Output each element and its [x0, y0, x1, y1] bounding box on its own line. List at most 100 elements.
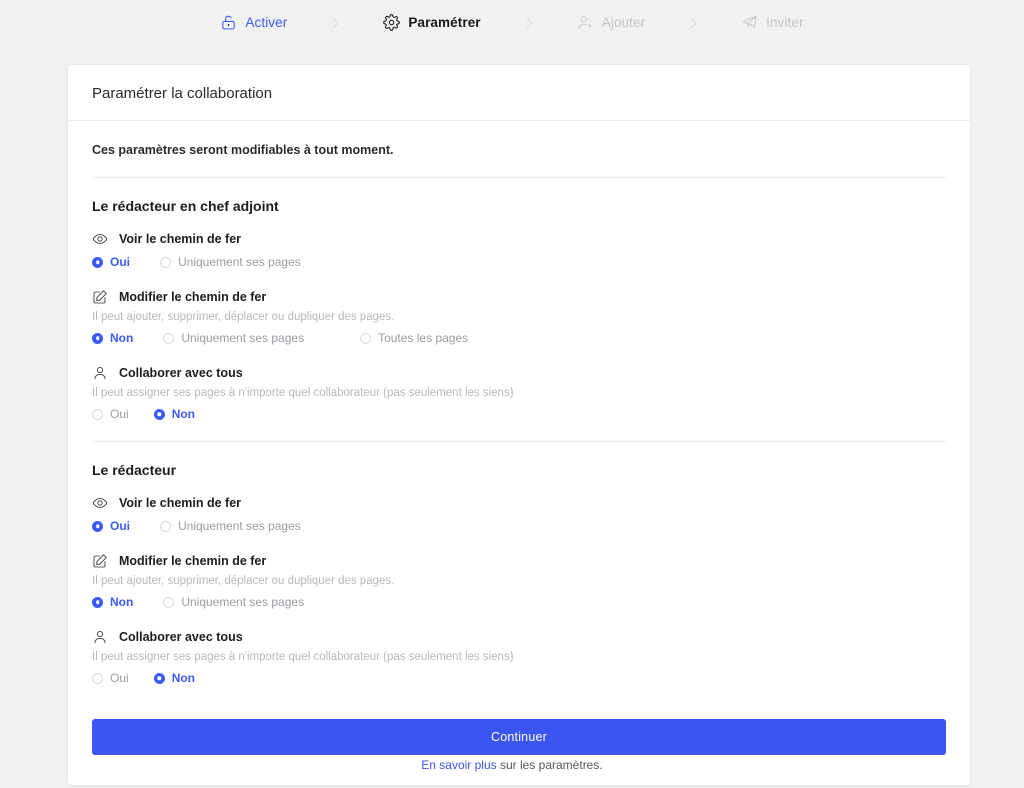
radio-indicator[interactable]	[153, 672, 165, 684]
permission-description: Il peut assigner ses pages à n'importe q…	[92, 387, 514, 399]
permission-description: Il peut ajouter, supprimer, déplacer ou …	[92, 575, 395, 587]
radio-indicator[interactable]	[160, 256, 171, 268]
step-label: Activer	[245, 15, 288, 30]
radio-group: Oui Uniquement ses pages	[92, 517, 946, 535]
permission-header: Collaborer avec tous	[92, 629, 946, 645]
radio-indicator[interactable]	[360, 332, 372, 344]
chevron-right-icon	[649, 15, 737, 31]
radio-indicator[interactable]	[92, 408, 103, 420]
continue-button[interactable]: Continuer	[92, 719, 946, 755]
permission-row: Voir le chemin de fer Oui Uniquement ses p…	[92, 231, 946, 271]
radio-option[interactable]: Oui	[92, 517, 130, 535]
radio-option[interactable]: Non	[92, 593, 133, 611]
permission-header: Modifier le chemin de fer	[92, 289, 946, 305]
chevron-right-icon	[291, 15, 379, 31]
step-paramtrer[interactable]: Paramétrer	[379, 14, 484, 31]
radio-indicator[interactable]	[92, 596, 103, 608]
radio-option[interactable]: Oui	[92, 405, 129, 423]
permission-name: Voir le chemin de fer	[119, 496, 242, 510]
role-title: Le rédacteur en chef adjoint	[92, 198, 279, 214]
radio-label: Uniquement ses pages	[181, 595, 305, 609]
step-label: Inviter	[766, 15, 804, 30]
pencil-square-icon	[92, 553, 108, 569]
radio-option[interactable]: Uniquement ses pages	[160, 253, 301, 271]
permission-header: Voir le chemin de fer	[92, 495, 946, 511]
unlock-icon	[220, 14, 237, 31]
card-footer: Continuer	[68, 705, 970, 785]
radio-label: Non	[171, 407, 196, 421]
page-title: Paramétrer la collaboration	[92, 85, 273, 102]
eye-icon	[92, 495, 108, 511]
radio-option[interactable]: Uniquement ses pages	[160, 517, 301, 535]
radio-option[interactable]: Oui	[92, 253, 130, 271]
radio-indicator[interactable]	[153, 408, 165, 420]
radio-indicator[interactable]	[92, 672, 103, 684]
step-label: Ajouter	[601, 15, 646, 30]
gear-icon	[383, 14, 401, 31]
radio-indicator[interactable]	[160, 520, 171, 532]
radio-label: Non	[110, 331, 134, 345]
permission-header: Collaborer avec tous	[92, 365, 946, 381]
user-plus-icon	[577, 14, 594, 31]
radio-indicator[interactable]	[92, 332, 103, 344]
permission-row: Collaborer avec tous Il peut assigner ses…	[92, 365, 946, 423]
paper-plane-icon	[741, 14, 758, 31]
step-label: Paramétrer	[408, 15, 481, 30]
radio-option[interactable]: Uniquement ses pages	[163, 593, 304, 611]
user-icon	[92, 365, 108, 381]
permission-name: Modifier le chemin de fer	[119, 554, 267, 568]
radio-option[interactable]: Non	[153, 405, 196, 423]
radio-option[interactable]: Uniquement ses pages	[163, 329, 304, 347]
role-section: Le rédacteur Voir le chemin de fer Oui Uniq…	[92, 441, 946, 705]
role-section: Le rédacteur en chef adjoint Voir le chem…	[92, 178, 946, 441]
radio-label: Non	[110, 595, 134, 609]
radio-label: Uniquement ses pages	[181, 331, 305, 345]
radio-label: Uniquement ses pages	[178, 519, 301, 533]
radio-group: Oui Non	[92, 669, 946, 687]
settings-card: Paramétrer la collaboration Ces paramètr…	[68, 65, 970, 785]
step-inviter[interactable]: Inviter	[737, 14, 807, 31]
radio-label: Oui	[110, 407, 129, 421]
radio-option[interactable]: Non	[153, 669, 196, 687]
role-title: Le rédacteur	[92, 462, 177, 478]
radio-option[interactable]: Oui	[92, 669, 129, 687]
permission-header: Voir le chemin de fer	[92, 231, 946, 247]
progress-stepper: Activer Paramétrer Ajouter Inviter	[0, 0, 1024, 45]
learn-more-link[interactable]: En savoir plus	[421, 758, 496, 772]
radio-option[interactable]: Toutes les pages	[360, 329, 468, 347]
radio-label: Toutes les pages	[378, 331, 469, 345]
radio-indicator[interactable]	[92, 256, 103, 268]
radio-indicator[interactable]	[163, 332, 175, 344]
radio-group: Oui Uniquement ses pages	[92, 253, 946, 271]
step-ajouter[interactable]: Ajouter	[573, 14, 649, 31]
radio-group: Non Uniquement ses pages Toutes les pages	[92, 329, 946, 347]
radio-label: Oui	[110, 519, 130, 533]
footer-rest-text: sur les paramètres.	[496, 758, 603, 772]
permission-row: Voir le chemin de fer Oui Uniquement ses p…	[92, 495, 946, 535]
permission-description: Il peut ajouter, supprimer, déplacer ou …	[92, 311, 395, 323]
permission-description: Il peut assigner ses pages à n'importe q…	[92, 651, 514, 663]
pencil-square-icon	[92, 289, 108, 305]
permission-name: Modifier le chemin de fer	[119, 290, 267, 304]
radio-option[interactable]: Non	[92, 329, 133, 347]
radio-indicator[interactable]	[163, 596, 175, 608]
permission-header: Modifier le chemin de fer	[92, 553, 946, 569]
step-activer[interactable]: Activer	[216, 14, 291, 31]
radio-label: Uniquement ses pages	[178, 255, 301, 269]
page-footer: En savoir plus sur les paramètres.	[0, 758, 1024, 772]
user-icon	[92, 629, 108, 645]
eye-icon	[92, 231, 108, 247]
chevron-right-icon	[485, 15, 573, 31]
radio-indicator[interactable]	[92, 520, 103, 532]
permission-name: Voir le chemin de fer	[119, 232, 242, 246]
card-header: Paramétrer la collaboration	[68, 65, 970, 121]
radio-group: Oui Non	[92, 405, 946, 423]
permission-row: Modifier le chemin de fer Il peut ajouter…	[92, 289, 946, 347]
radio-group: Non Uniquement ses pages	[92, 593, 946, 611]
intro-text: Ces paramètres seront modifiables à tout…	[92, 121, 946, 178]
permission-row: Modifier le chemin de fer Il peut ajouter…	[92, 553, 946, 611]
permission-name: Collaborer avec tous	[119, 366, 243, 380]
radio-label: Oui	[110, 255, 130, 269]
radio-label: Non	[171, 671, 196, 685]
card-body: Ces paramètres seront modifiables à tout…	[68, 121, 970, 705]
